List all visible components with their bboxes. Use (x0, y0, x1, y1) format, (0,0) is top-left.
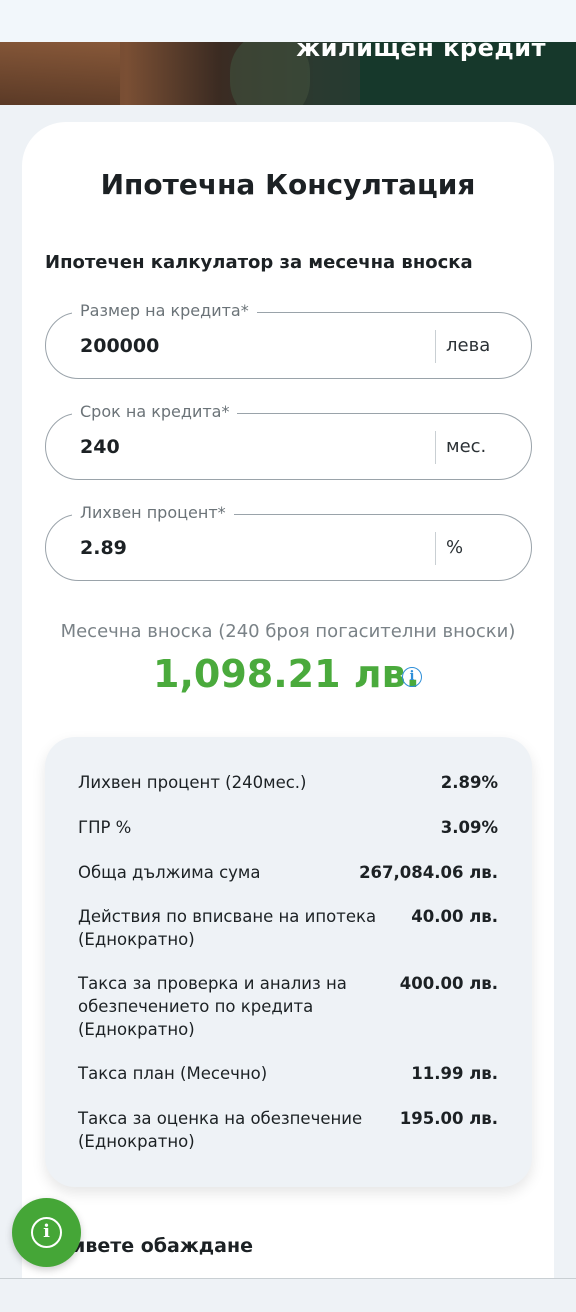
hero-image-chair (0, 42, 120, 105)
interest-rate-label: Лихвен процент* (72, 503, 234, 522)
card-title: Ипотечна Консултация (100, 168, 476, 201)
detail-label: Такса за оценка на обезпечение (Еднократ… (78, 1109, 363, 1151)
loan-amount-label: Размер на кредита* (72, 301, 257, 320)
calculator-title: Ипотечен калкулатор за месечна вноска (45, 252, 473, 273)
detail-label: Такса план (Месечно) (78, 1064, 268, 1083)
detail-value: 195.00 лв. (399, 1109, 498, 1128)
field-divider (435, 532, 436, 565)
detail-value: 11.99 лв. (411, 1064, 498, 1083)
info-icon[interactable]: i (402, 667, 422, 687)
consultation-card: Ипотечна Консултация Ипотечен калкулатор… (22, 122, 554, 1292)
loan-amount-unit: лева (446, 335, 491, 356)
loan-term-label: Срок на кредита* (72, 402, 238, 421)
loan-details-panel: Лихвен процент (240мес.) 2.89% ГПР % 3.0… (45, 737, 532, 1187)
interest-rate-unit: % (446, 537, 464, 558)
info-icon: i (31, 1217, 62, 1248)
field-divider (435, 330, 436, 363)
interest-rate-field[interactable]: Лихвен процент* 2.89 % (45, 503, 532, 581)
detail-label: Такса за проверка и анализ на обезпечени… (78, 974, 347, 1039)
detail-label: Действия по вписване на ипотека (Еднокра… (78, 907, 377, 949)
hero-title: жилищен кредит (296, 42, 546, 62)
detail-value: 40.00 лв. (411, 907, 498, 926)
monthly-payment-label: Месечна вноска (240 броя погасителни вно… (60, 621, 516, 642)
loan-term-input[interactable]: 240 (80, 436, 120, 458)
loan-term-unit: мес. (446, 436, 487, 457)
callback-title: ивете обаждане (72, 1235, 253, 1257)
interest-rate-input[interactable]: 2.89 (80, 537, 127, 559)
monthly-payment-value: 1,098.21 лв. (153, 652, 421, 696)
detail-label: Лихвен процент (240мес.) (78, 773, 307, 792)
loan-amount-field[interactable]: Размер на кредита* 200000 лева (45, 301, 532, 379)
loan-term-field[interactable]: Срок на кредита* 240 мес. (45, 402, 532, 480)
detail-value: 400.00 лв. (399, 974, 498, 993)
field-divider (435, 431, 436, 464)
detail-value: 3.09% (440, 818, 498, 837)
browser-top-bar (0, 0, 576, 42)
detail-label: Обща дължима сума (78, 863, 261, 882)
info-fab-button[interactable]: i (12, 1198, 81, 1267)
detail-value: 267,084.06 лв. (359, 863, 498, 882)
detail-label: ГПР % (78, 818, 132, 837)
loan-amount-input[interactable]: 200000 (80, 335, 159, 357)
hero-banner: жилищен кредит (0, 42, 576, 105)
browser-bottom-bar (0, 1278, 576, 1312)
detail-value: 2.89% (440, 773, 498, 792)
